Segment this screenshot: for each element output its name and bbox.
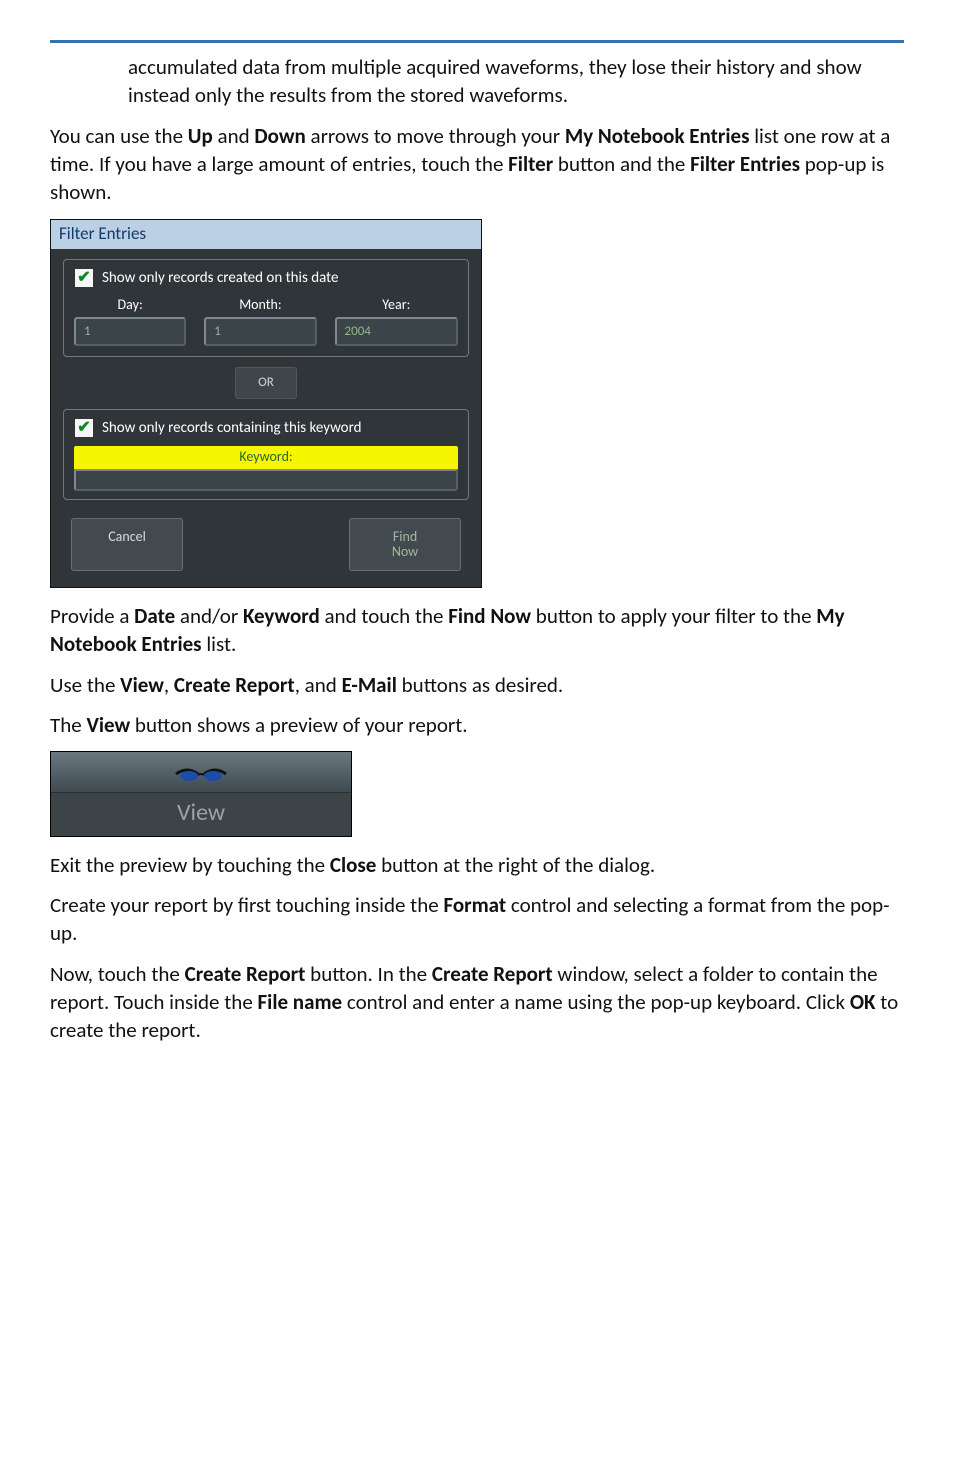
text: and/or (175, 603, 243, 629)
check-icon: ✔ (74, 268, 94, 288)
text: arrows to move through your (306, 123, 565, 149)
bold-close: Close (330, 852, 377, 878)
bold-up: Up (188, 123, 213, 149)
text: You can use the (50, 123, 188, 149)
day-label: Day: (74, 296, 186, 315)
checkbox-date-label: Show only records created on this date (102, 268, 338, 288)
text: button shows a preview of your report. (130, 712, 467, 738)
text: and touch the (320, 603, 448, 629)
bold-keyword: Keyword (243, 603, 320, 629)
paragraph-indent: accumulated data from multiple acquired … (128, 53, 904, 110)
bold-notebook-entries: My Notebook Entries (565, 123, 750, 149)
keyword-filter-group: ✔ Show only records containing this keyw… (63, 409, 469, 500)
bold-file-name: File name (258, 989, 343, 1015)
year-label: Year: (335, 296, 458, 315)
bold-find-now: Find Now (448, 603, 531, 629)
checkbox-date-row[interactable]: ✔ Show only records created on this date (74, 268, 458, 288)
text: Provide a (50, 603, 134, 629)
text: button. In the (305, 961, 431, 987)
text: and (213, 123, 255, 149)
find-now-button[interactable]: Find Now (349, 518, 461, 571)
glasses-icon (173, 762, 229, 782)
paragraph-find-now: Provide a Date and/or Keyword and touch … (50, 602, 904, 659)
text: Now, touch the (50, 961, 185, 987)
paragraph-format: Create your report by first touching ins… (50, 891, 904, 948)
bold-ok: OK (850, 989, 876, 1015)
bold-date: Date (134, 603, 175, 629)
text: , (164, 672, 174, 698)
bold-down: Down (254, 123, 305, 149)
top-divider (50, 40, 904, 43)
paragraph-view-preview: The View button shows a preview of your … (50, 711, 904, 739)
bold-view: View (120, 672, 164, 698)
text: The (50, 712, 86, 738)
dialog-title: Filter Entries (51, 220, 481, 249)
check-icon: ✔ (74, 418, 94, 438)
bold-filter-entries: Filter Entries (690, 151, 800, 177)
text: Use the (50, 672, 120, 698)
checkbox-keyword-row[interactable]: ✔ Show only records containing this keyw… (74, 418, 458, 438)
year-input[interactable]: 2004 (335, 317, 458, 347)
text: Exit the preview by touching the (50, 852, 330, 878)
or-divider: OR (63, 367, 469, 399)
bold-filter: Filter (508, 151, 553, 177)
bold-view: View (86, 712, 130, 738)
filter-entries-dialog: Filter Entries ✔ Show only records creat… (50, 219, 482, 588)
keyword-input[interactable] (74, 469, 458, 491)
month-input[interactable]: 1 (204, 317, 316, 347)
text: list. (202, 631, 237, 657)
or-label: OR (235, 367, 297, 399)
text: control and enter a name using the pop-u… (342, 989, 850, 1015)
text: Create your report by first touching ins… (50, 892, 443, 918)
paragraph-create-report: Now, touch the Create Report button. In … (50, 960, 904, 1045)
text: buttons as desired. (397, 672, 563, 698)
bold-create-report: Create Report (174, 672, 295, 698)
view-button-graphic: View (50, 751, 352, 836)
text: button to apply your filter to the (531, 603, 816, 629)
day-input[interactable]: 1 (74, 317, 186, 347)
paragraph-use-buttons: Use the View, Create Report, and E-Mail … (50, 671, 904, 699)
date-filter-group: ✔ Show only records created on this date… (63, 259, 469, 358)
text: button and the (553, 151, 690, 177)
checkbox-keyword-label: Show only records containing this keywor… (102, 418, 362, 438)
bold-create-report-window: Create Report (432, 961, 553, 987)
paragraph-close: Exit the preview by touching the Close b… (50, 851, 904, 879)
text: , and (295, 672, 342, 698)
text: button at the right of the dialog. (376, 852, 655, 878)
cancel-button[interactable]: Cancel (71, 518, 183, 571)
bold-create-report: Create Report (185, 961, 306, 987)
view-button-top[interactable] (51, 752, 351, 793)
month-label: Month: (204, 296, 316, 315)
paragraph-filter-intro: You can use the Up and Down arrows to mo… (50, 122, 904, 207)
bold-format: Format (443, 892, 506, 918)
keyword-label: Keyword: (74, 446, 458, 469)
view-button-label[interactable]: View (51, 793, 351, 835)
bold-email: E-Mail (342, 672, 397, 698)
